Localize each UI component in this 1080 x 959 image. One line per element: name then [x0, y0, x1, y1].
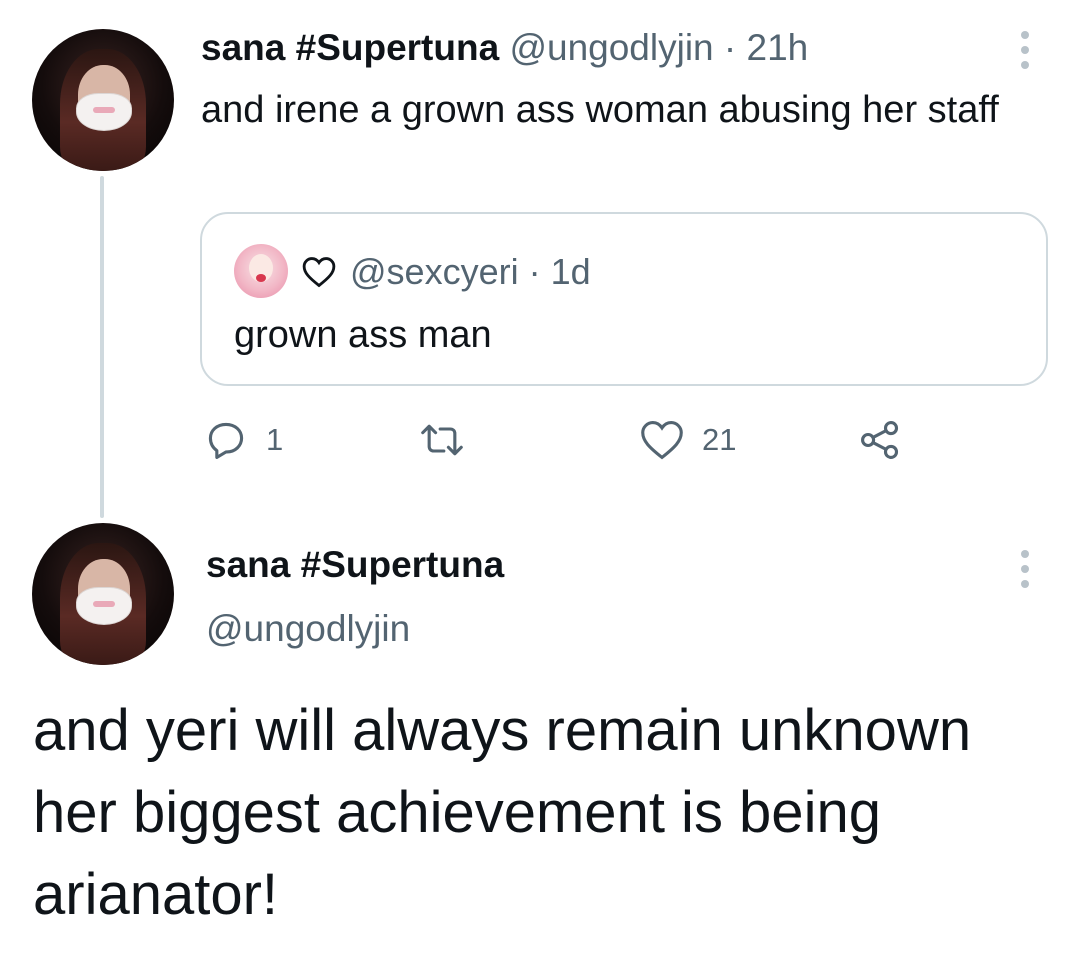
tweet-text: and yeri will always remain unknown her …	[33, 698, 972, 927]
like-count: 21	[702, 422, 737, 457]
tweet: sana #Supertuna @ungodlyjin · 21h and ir…	[0, 0, 1080, 520]
reply-count: 1	[266, 422, 284, 457]
tweet-text: and irene a grown ass woman abusing her …	[201, 89, 999, 131]
display-name[interactable]: sana #Supertuna	[206, 543, 504, 587]
separator: ·	[723, 27, 737, 68]
avatar[interactable]	[234, 244, 288, 298]
more-icon[interactable]	[1018, 31, 1032, 69]
quoted-handle[interactable]: @sexcyeri	[350, 250, 519, 294]
retweet-button[interactable]	[418, 414, 484, 466]
handle[interactable]: @ungodlyjin	[206, 607, 410, 651]
quoted-tweet-header: @sexcyeri · 1d	[302, 250, 591, 294]
share-icon	[861, 421, 899, 459]
display-name[interactable]: sana #Supertuna	[201, 27, 499, 68]
timestamp[interactable]: 21h	[747, 27, 809, 68]
like-icon	[641, 421, 683, 460]
tweet-actions: 1 21	[200, 414, 920, 466]
tweet-thread: sana #Supertuna @ungodlyjin · 21h and ir…	[0, 0, 1080, 959]
separator: ·	[528, 251, 541, 292]
more-icon[interactable]	[1018, 550, 1032, 588]
quoted-tweet-text: grown ass man	[234, 314, 492, 356]
reply-button[interactable]: 1	[204, 414, 283, 466]
quoted-timestamp[interactable]: 1d	[551, 250, 591, 294]
avatar[interactable]	[32, 29, 174, 171]
avatar[interactable]	[32, 523, 174, 665]
retweet-icon	[421, 424, 463, 456]
quoted-tweet[interactable]: @sexcyeri · 1d grown ass man	[200, 212, 1048, 386]
thread-connector	[100, 176, 104, 518]
share-button[interactable]	[858, 414, 902, 466]
heart-icon	[302, 257, 336, 288]
like-button[interactable]: 21	[640, 414, 736, 466]
handle[interactable]: @ungodlyjin	[509, 27, 713, 68]
tweet-header: sana #Supertuna @ungodlyjin · 21h	[201, 27, 808, 69]
reply-icon	[208, 422, 244, 459]
